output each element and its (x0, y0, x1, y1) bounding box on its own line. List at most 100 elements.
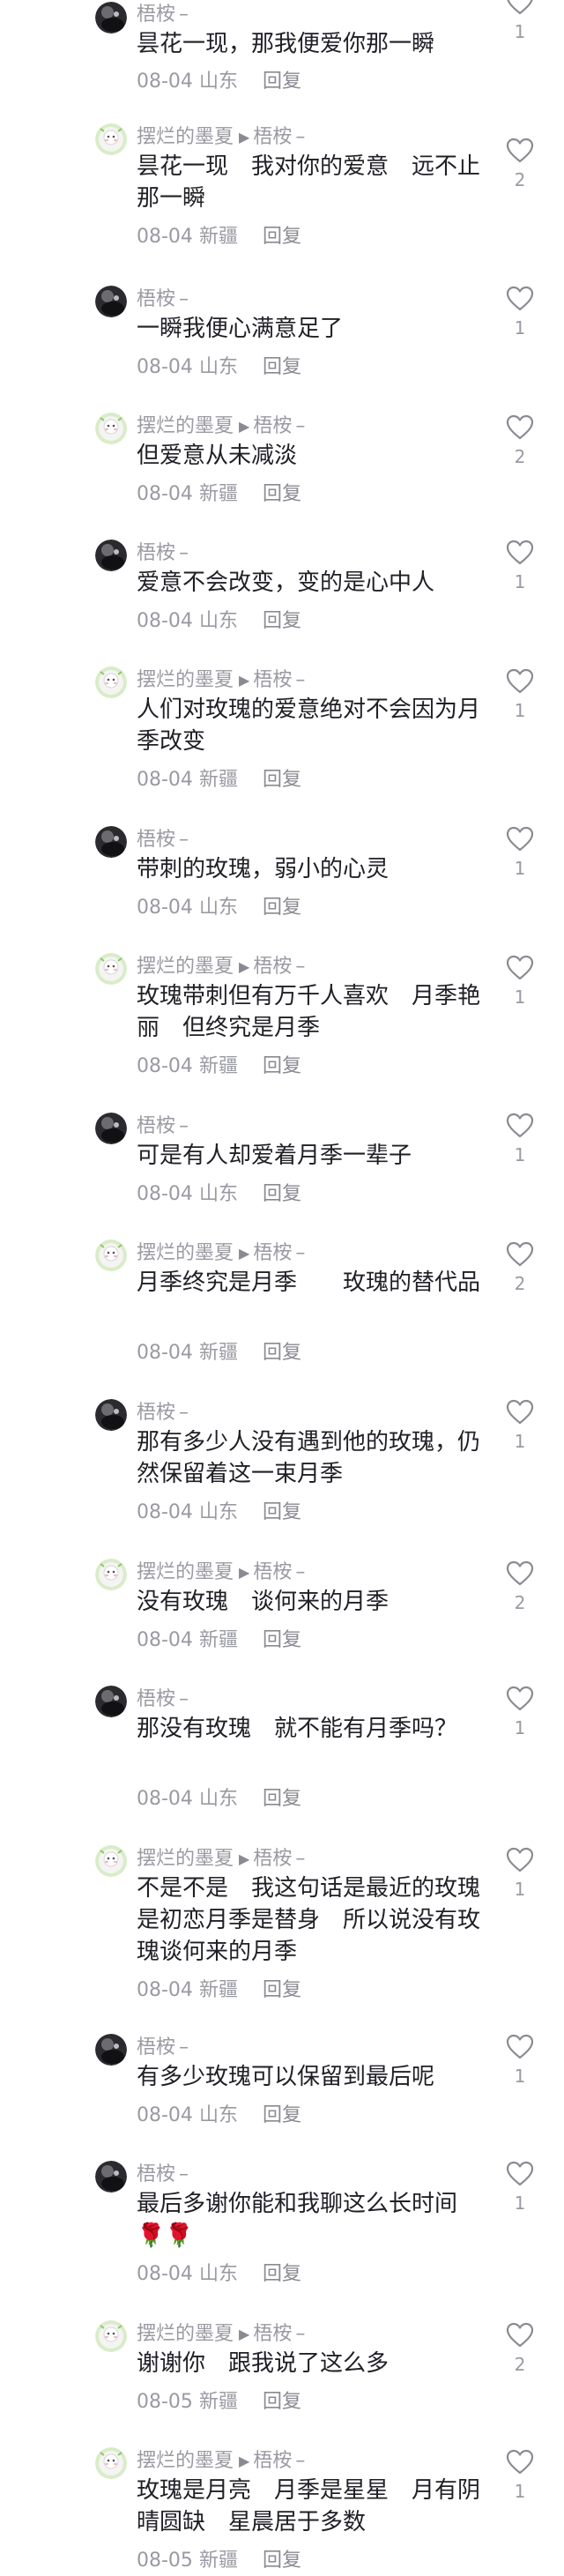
like-button[interactable]: 1 (501, 1847, 539, 1900)
comment-author[interactable]: 摆烂的墨夏 (137, 1561, 234, 1583)
comment-author[interactable]: 摆烂的墨夏 (137, 415, 234, 437)
like-button[interactable]: 1 (501, 1686, 539, 1738)
reply-button[interactable]: 回复 (263, 897, 301, 919)
comment-author[interactable]: 摆烂的墨夏 (137, 956, 234, 978)
comment-author[interactable]: 摆烂的墨夏 (137, 126, 234, 148)
comment-author[interactable]: 梧桉 (137, 2036, 175, 2059)
comment-author[interactable]: 摆烂的墨夏 (137, 2450, 234, 2472)
reply-to-author[interactable]: 梧桉 (253, 415, 292, 437)
avatar[interactable] (95, 413, 127, 444)
reply-button[interactable]: 回复 (263, 1629, 301, 1651)
like-button[interactable]: 2 (501, 138, 539, 190)
avatar[interactable] (95, 666, 127, 698)
heart-icon[interactable] (501, 414, 539, 441)
comment-author[interactable]: 摆烂的墨夏 (137, 669, 234, 691)
reply-button[interactable]: 回复 (263, 2550, 301, 2572)
like-button[interactable]: 1 (501, 2449, 539, 2502)
avatar[interactable] (95, 1399, 127, 1431)
like-button[interactable]: 1 (501, 286, 539, 339)
avatar[interactable] (95, 826, 127, 858)
reply-button[interactable]: 回复 (263, 1788, 301, 1810)
like-button[interactable]: 2 (501, 1241, 539, 1294)
heart-icon[interactable] (501, 1686, 539, 1712)
like-button[interactable]: 1 (501, 1113, 539, 1165)
reply-button[interactable]: 回复 (263, 769, 301, 791)
heart-icon[interactable] (501, 1847, 539, 1873)
reply-button[interactable]: 回复 (263, 483, 301, 505)
heart-icon[interactable] (501, 540, 539, 566)
comment-author[interactable]: 梧桉 (137, 542, 175, 564)
avatar[interactable] (95, 123, 127, 155)
comment-author[interactable]: 梧桉 (137, 1688, 175, 1710)
reply-to-author[interactable]: 梧桉 (253, 2323, 292, 2345)
avatar[interactable] (95, 1240, 127, 1271)
reply-button[interactable]: 回复 (263, 1342, 301, 1364)
avatar[interactable] (95, 2034, 127, 2066)
avatar[interactable] (95, 2320, 127, 2352)
avatar[interactable] (95, 286, 127, 317)
like-button[interactable]: 1 (501, 2161, 539, 2214)
like-button[interactable]: 2 (501, 414, 539, 467)
heart-icon[interactable] (501, 0, 539, 16)
reply-button[interactable]: 回复 (263, 226, 301, 248)
heart-icon[interactable] (501, 2034, 539, 2060)
avatar[interactable] (95, 953, 127, 985)
avatar[interactable] (95, 1113, 127, 1144)
comment-author[interactable]: 梧桉 (137, 288, 175, 310)
reply-to-author[interactable]: 梧桉 (253, 1242, 292, 1264)
reply-to-author[interactable]: 梧桉 (253, 669, 292, 691)
heart-icon[interactable] (501, 2449, 539, 2475)
heart-icon[interactable] (501, 1399, 539, 1426)
avatar[interactable] (95, 1559, 127, 1590)
comment-author[interactable]: 梧桉 (137, 2163, 175, 2185)
heart-icon[interactable] (501, 1241, 539, 1268)
heart-icon[interactable] (501, 826, 539, 852)
comment-author[interactable]: 梧桉 (137, 1115, 175, 1137)
heart-icon[interactable] (501, 955, 539, 981)
avatar[interactable] (95, 1845, 127, 1877)
heart-icon[interactable] (501, 1113, 539, 1139)
like-button[interactable]: 1 (501, 540, 539, 592)
like-button[interactable]: 2 (501, 2322, 539, 2375)
like-button[interactable]: 1 (501, 668, 539, 721)
heart-icon[interactable] (501, 2161, 539, 2187)
avatar[interactable] (95, 2447, 127, 2479)
heart-icon[interactable] (501, 2322, 539, 2349)
avatar[interactable] (95, 2161, 127, 2193)
heart-icon[interactable] (501, 138, 539, 164)
comment-author[interactable]: 梧桉 (137, 829, 175, 851)
reply-button[interactable]: 回复 (263, 1979, 301, 2001)
reply-button[interactable]: 回复 (263, 2104, 301, 2126)
reply-button[interactable]: 回复 (263, 1055, 301, 1077)
like-button[interactable]: 1 (501, 1399, 539, 1452)
reply-to-author[interactable]: 梧桉 (253, 1561, 292, 1583)
reply-button[interactable]: 回复 (263, 1501, 301, 1523)
reply-to-author[interactable]: 梧桉 (253, 956, 292, 978)
reply-button[interactable]: 回复 (263, 356, 301, 378)
avatar[interactable] (95, 2, 127, 34)
heart-icon[interactable] (501, 1560, 539, 1587)
comment-author[interactable]: 摆烂的墨夏 (137, 1242, 234, 1264)
reply-button[interactable]: 回复 (263, 2391, 301, 2413)
comment-author[interactable]: 梧桉 (137, 4, 175, 26)
avatar[interactable] (95, 540, 127, 571)
like-button[interactable]: 1 (501, 955, 539, 1008)
comment-author[interactable]: 梧桉 (137, 1402, 175, 1424)
reply-button[interactable]: 回复 (263, 2263, 301, 2285)
reply-button[interactable]: 回复 (263, 610, 301, 632)
reply-button[interactable]: 回复 (263, 1183, 301, 1205)
like-button[interactable]: 1 (501, 826, 539, 879)
like-button[interactable]: 1 (501, 0, 539, 42)
reply-to-author[interactable]: 梧桉 (253, 126, 292, 148)
reply-to-author[interactable]: 梧桉 (253, 2450, 292, 2472)
heart-icon[interactable] (501, 286, 539, 312)
comment-author[interactable]: 摆烂的墨夏 (137, 2323, 234, 2345)
comment-author[interactable]: 摆烂的墨夏 (137, 1848, 234, 1870)
reply-to-author[interactable]: 梧桉 (253, 1848, 292, 1870)
avatar[interactable] (95, 1686, 127, 1717)
reply-button[interactable]: 回复 (263, 71, 301, 93)
heart-icon[interactable] (501, 668, 539, 695)
like-button[interactable]: 2 (501, 1560, 539, 1613)
like-button[interactable]: 1 (501, 2034, 539, 2087)
comment-location: 新疆 (198, 769, 238, 791)
